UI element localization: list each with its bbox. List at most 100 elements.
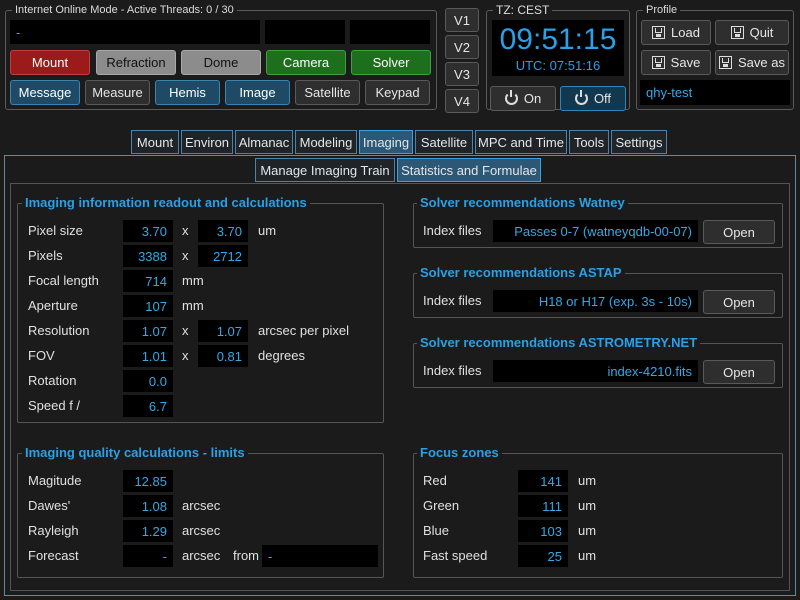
tab-statistics-and-formulae[interactable]: Statistics and Formulae xyxy=(397,158,541,182)
profile-save-button[interactable]: Save xyxy=(641,50,711,75)
profile-quit-label: Quit xyxy=(749,25,774,40)
speed-value: 6.7 xyxy=(123,395,173,417)
floppy-icon xyxy=(719,56,732,69)
view-1-button[interactable]: V1 xyxy=(445,8,479,32)
magnitude-label: Magitude xyxy=(28,473,82,488)
pixel-size-x: 3.70 xyxy=(123,220,173,242)
power-icon xyxy=(574,90,588,105)
pixels-x: 3388 xyxy=(123,245,173,267)
refraction-button[interactable]: Refraction xyxy=(96,50,176,75)
aperture-value: 107 xyxy=(123,295,173,317)
resolution-x: 1.07 xyxy=(123,320,173,342)
view-4-button[interactable]: V4 xyxy=(445,89,479,113)
clock-time: 09:51:15 xyxy=(499,23,617,56)
clock-display: 09:51:15 UTC: 07:51:16 xyxy=(492,20,624,76)
quality-title: Imaging quality calculations - limits xyxy=(22,445,248,461)
rotation-value: 0.0 xyxy=(123,370,173,392)
forecast-unit: arcsec xyxy=(182,548,221,563)
forecast-label: Forecast xyxy=(28,548,79,563)
focus-green-value: 111 xyxy=(518,495,568,517)
rotation-label: Rotation xyxy=(28,373,77,388)
focus-green-unit: um xyxy=(578,498,597,513)
tab-imaging[interactable]: Imaging xyxy=(359,130,413,154)
forecast-from-label: from xyxy=(233,548,259,563)
status-title: Internet Online Mode - Active Threads: 0… xyxy=(12,3,237,17)
status-field-2 xyxy=(265,20,345,44)
fov-label: FOV xyxy=(28,348,55,363)
image-button[interactable]: Image xyxy=(225,80,290,105)
focus-blue-label: Blue xyxy=(423,523,450,538)
resolution-unit: arcsec per pixel xyxy=(258,323,350,338)
watney-open-button[interactable]: Open xyxy=(703,220,775,244)
tab-environ[interactable]: Environ xyxy=(181,130,233,154)
keypad-button[interactable]: Keypad xyxy=(365,80,430,105)
floppy-icon xyxy=(652,26,666,39)
power-off-label: Off xyxy=(593,91,612,106)
power-icon xyxy=(504,90,518,105)
tab-satellite[interactable]: Satellite xyxy=(415,130,473,154)
dawes-unit: arcsec xyxy=(182,498,221,513)
pixel-size-unit: um xyxy=(258,223,277,238)
tab-manage-imaging-train[interactable]: Manage Imaging Train xyxy=(255,158,395,182)
astap-title: Solver recommendations ASTAP xyxy=(417,265,625,281)
focus-red-unit: um xyxy=(578,473,597,488)
view-3-button[interactable]: V3 xyxy=(445,62,479,86)
profile-save-as-button[interactable]: Save as xyxy=(715,50,789,75)
satellite-button[interactable]: Satellite xyxy=(295,80,360,105)
power-off-button[interactable]: Off xyxy=(560,86,626,111)
watney-index-value: Passes 0-7 (watneyqdb-00-07) xyxy=(493,220,698,242)
rayleigh-label: Rayleigh xyxy=(28,523,79,538)
tab-mpc-and-time[interactable]: MPC and Time xyxy=(475,130,567,154)
focus-zones-title: Focus zones xyxy=(417,445,502,461)
dawes-label: Dawes' xyxy=(28,498,71,513)
focus-red-label: Red xyxy=(423,473,447,488)
pixels-y: 2712 xyxy=(198,245,248,267)
solver-button[interactable]: Solver xyxy=(351,50,431,75)
status-field-1 xyxy=(96,20,178,44)
resolution-y: 1.07 xyxy=(198,320,248,342)
pixel-size-y: 3.70 xyxy=(198,220,248,242)
watney-index-label: Index files xyxy=(423,223,482,238)
astrometry-open-button[interactable]: Open xyxy=(703,360,775,384)
imaging-info-title: Imaging information readout and calculat… xyxy=(22,195,310,211)
profile-load-label: Load xyxy=(671,25,700,40)
focal-length-value: 714 xyxy=(123,270,173,292)
tab-settings[interactable]: Settings xyxy=(611,130,667,154)
power-on-button[interactable]: On xyxy=(490,86,556,111)
tab-mount[interactable]: Mount xyxy=(131,130,179,154)
measure-button[interactable]: Measure xyxy=(85,80,150,105)
tab-tools[interactable]: Tools xyxy=(569,130,609,154)
pixel-size-label: Pixel size xyxy=(28,223,83,238)
profile-quit-button[interactable]: Quit xyxy=(715,20,789,45)
focus-blue-unit: um xyxy=(578,523,597,538)
focus-fast-value: 25 xyxy=(518,545,568,567)
mount-button[interactable]: Mount xyxy=(10,50,90,75)
tab-modeling[interactable]: Modeling xyxy=(295,130,357,154)
profile-load-button[interactable]: Load xyxy=(641,20,711,45)
fov-unit: degrees xyxy=(258,348,305,363)
camera-button[interactable]: Camera xyxy=(266,50,346,75)
fov-x: 1.01 xyxy=(123,345,173,367)
clock-utc: UTC: 07:51:16 xyxy=(515,58,601,73)
aperture-label: Aperture xyxy=(28,298,78,313)
focal-length-unit: mm xyxy=(182,273,204,288)
pixels-label: Pixels xyxy=(28,248,63,263)
astap-open-button[interactable]: Open xyxy=(703,290,775,314)
astrometry-index-label: Index files xyxy=(423,363,482,378)
hemis-button[interactable]: Hemis xyxy=(155,80,220,105)
dawes-value: 1.08 xyxy=(123,495,173,517)
tab-almanac[interactable]: Almanac xyxy=(235,130,293,154)
astrometry-title: Solver recommendations ASTROMETRY.NET xyxy=(417,335,701,351)
profile-name-field[interactable]: qhy-test xyxy=(640,80,790,105)
floppy-icon xyxy=(651,56,665,69)
magnitude-value: 12.85 xyxy=(123,470,173,492)
status-field-4 xyxy=(182,20,260,44)
rayleigh-value: 1.29 xyxy=(123,520,173,542)
timezone-label: TZ: CEST xyxy=(493,3,553,17)
view-2-button[interactable]: V2 xyxy=(445,35,479,59)
profile-save-label: Save xyxy=(670,55,701,70)
pixels-sep: x xyxy=(182,248,189,263)
rayleigh-unit: arcsec xyxy=(182,523,221,538)
dome-button[interactable]: Dome xyxy=(181,50,261,75)
message-button[interactable]: Message xyxy=(10,80,80,105)
